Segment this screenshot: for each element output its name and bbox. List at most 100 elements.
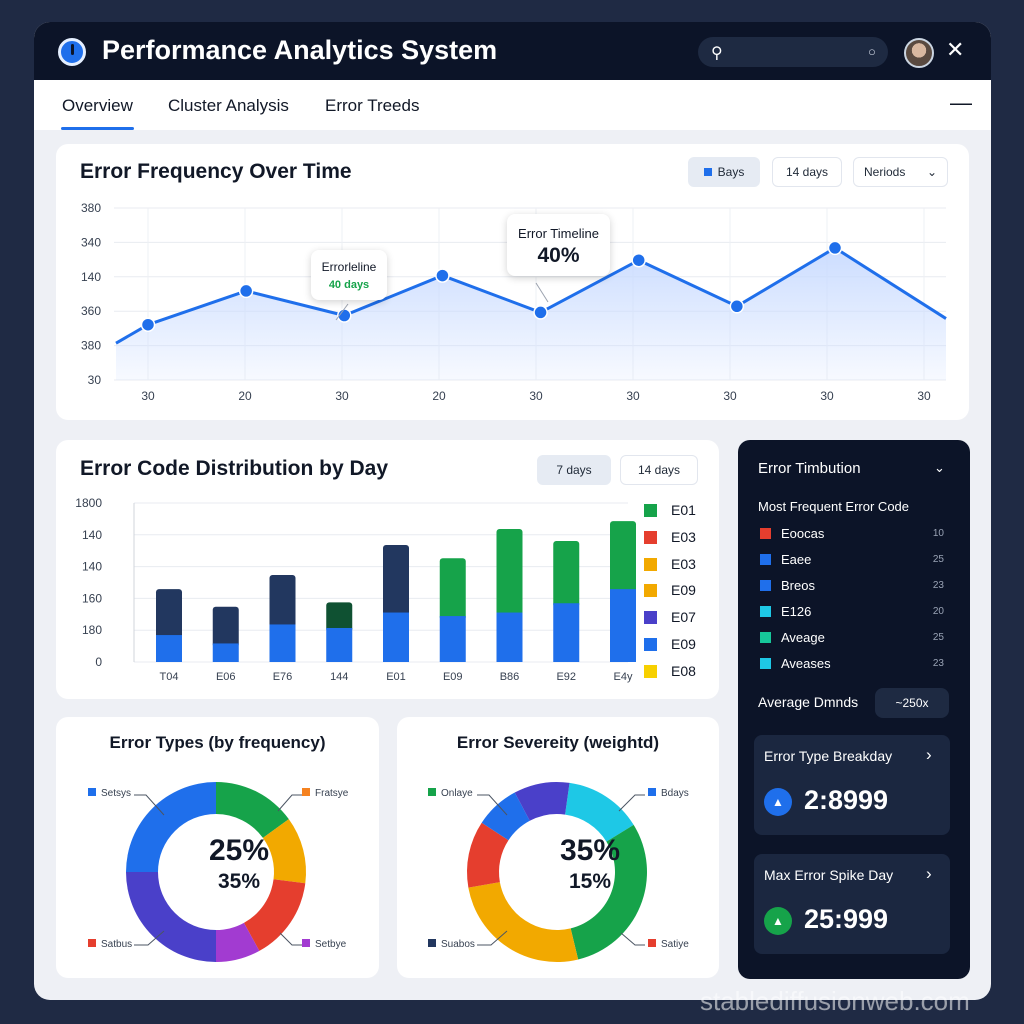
- avatar[interactable]: [904, 38, 934, 68]
- legend-swatch: [644, 504, 657, 517]
- error-code-count: 10: [932, 528, 944, 539]
- x-tick-label: 30: [820, 389, 834, 403]
- y-tick-label: 1800: [75, 496, 102, 510]
- legend-label: E09: [671, 582, 696, 599]
- error-distribution-panel: Error Timbution ⌄ Most Frequent Error Co…: [738, 440, 970, 979]
- x-tick-label: 30: [723, 389, 737, 403]
- donut-right-label-4: Satiye: [648, 939, 689, 950]
- donut-left-center-value: 25%: [208, 834, 270, 867]
- tooltip-small: Errorleline 40 days: [311, 250, 387, 300]
- title-bar: Performance Analytics System ⚲ ○ ✕: [34, 22, 991, 80]
- legend-swatch: [428, 788, 436, 796]
- error-code-count: 25: [932, 554, 944, 565]
- spike-value: 25:999: [804, 904, 889, 934]
- app-window: Performance Analytics System ⚲ ○ ✕ Overv…: [34, 22, 991, 1000]
- error-code-item[interactable]: E126 20: [760, 604, 944, 619]
- bar-segment-lower: [212, 643, 239, 662]
- dark-panel-subtitle: Most Frequent Error Code: [758, 499, 910, 514]
- donut-left-label-1: Setsys: [88, 788, 131, 799]
- error-type-breakdown-card[interactable]: Error Type Breakday › ▲ 2:8999: [754, 735, 950, 835]
- y-tick-label: 380: [81, 201, 101, 215]
- error-code-label: Aveases: [781, 656, 831, 671]
- close-icon[interactable]: ✕: [946, 37, 964, 63]
- error-code-swatch: [760, 554, 771, 565]
- legend-label: E01: [671, 502, 696, 518]
- data-point: [238, 283, 254, 299]
- x-tick-label: T04: [160, 671, 179, 683]
- error-code-item[interactable]: Aveases 23: [760, 656, 944, 671]
- x-tick-label: 20: [432, 389, 446, 403]
- chevron-down-icon[interactable]: ⌄: [934, 460, 945, 476]
- error-code-label: Aveage: [781, 630, 825, 645]
- tooltip-large: Error Timeline 40%: [507, 214, 610, 276]
- legend-swatch: [648, 788, 656, 796]
- donut-right-label-2-text: Bdays: [661, 788, 689, 799]
- tab-bar: Overview Cluster Analysis Error Treeds —: [34, 80, 991, 130]
- y-tick-label: 140: [82, 528, 102, 542]
- x-tick-label: E09: [443, 671, 463, 683]
- tooltip-pointer: [535, 282, 549, 303]
- donut-right-label-2: Bdays: [648, 788, 689, 799]
- tab-overview[interactable]: Overview: [61, 96, 134, 130]
- search-icon: ⚲: [711, 45, 723, 62]
- legend-item[interactable]: E01: [644, 502, 696, 518]
- average-value-pill[interactable]: ~250x: [875, 688, 949, 718]
- data-point: [729, 299, 745, 314]
- error-code-count: 23: [932, 658, 944, 669]
- x-tick-label: 30: [141, 389, 155, 403]
- y-tick-label: 340: [81, 235, 101, 249]
- leader-line: [618, 794, 645, 812]
- legend-item[interactable]: E08: [644, 663, 696, 679]
- donut-left-label-1-text: Setsys: [101, 788, 132, 799]
- legend-item[interactable]: E09: [644, 582, 696, 598]
- search-options-icon[interactable]: ○: [868, 44, 876, 59]
- error-code-item[interactable]: Breos 23: [760, 578, 944, 593]
- legend-label: E07: [671, 609, 696, 626]
- tab-error-trends[interactable]: Error Treeds: [325, 96, 419, 116]
- error-code-item[interactable]: Aveage 25: [760, 630, 944, 645]
- x-tick-label: E4y: [614, 671, 633, 683]
- error-code-label: E126: [781, 604, 812, 619]
- x-tick-label: E06: [216, 671, 236, 683]
- minimize-icon[interactable]: —: [950, 90, 972, 116]
- bar-chart: 18001401401601800T04 E06 E76 144 E01 E09 B86 E9…: [75, 496, 636, 683]
- y-tick-label: 30: [88, 373, 102, 387]
- donut-slice: [468, 882, 579, 962]
- legend-swatch: [302, 788, 310, 796]
- legend-item[interactable]: E09: [644, 636, 696, 652]
- max-error-spike-card[interactable]: Max Error Spike Day › ▲ 25:999: [754, 854, 950, 954]
- logo-icon: [58, 38, 86, 66]
- donut-right-label-3: Suabos: [428, 939, 475, 950]
- spike-title: Max Error Spike Day: [764, 867, 894, 883]
- legend-swatch: [644, 664, 657, 678]
- bar-segment-upper: [326, 602, 353, 632]
- legend-swatch: [644, 557, 657, 571]
- legend-swatch: [88, 939, 96, 947]
- legend-swatch: [88, 788, 96, 796]
- donut-right-label-3-text: Suabos: [441, 939, 475, 950]
- error-code-item[interactable]: Eaee 25: [760, 552, 944, 567]
- error-code-item[interactable]: Eoocas 10: [760, 526, 944, 541]
- search-input[interactable]: ⚲ ○: [698, 37, 888, 67]
- data-point: [827, 240, 843, 256]
- tab-cluster-analysis[interactable]: Cluster Analysis: [168, 96, 289, 116]
- bar-segment-upper: [553, 540, 580, 608]
- y-tick-label: 380: [81, 339, 101, 353]
- y-tick-label: 160: [82, 591, 102, 605]
- donut-left-label-3-text: Satbus: [101, 939, 133, 950]
- chevron-right-icon[interactable]: ›: [926, 745, 932, 765]
- y-tick-label: 140: [81, 270, 101, 284]
- legend-swatch: [302, 939, 310, 947]
- tooltip-large-value: 40%: [537, 244, 580, 267]
- legend-item[interactable]: E03: [644, 529, 696, 545]
- legend-swatch: [648, 939, 656, 947]
- donut-left-label-4-text: Setbye: [315, 939, 347, 950]
- legend-item[interactable]: E07: [644, 609, 696, 625]
- x-tick-label: 144: [330, 671, 348, 683]
- bar-segment-lower: [156, 635, 182, 662]
- legend-item[interactable]: E03: [644, 556, 696, 572]
- donut-right-label-1: Onlaye: [428, 788, 473, 799]
- chevron-right-icon[interactable]: ›: [926, 864, 932, 884]
- legend-swatch: [644, 584, 657, 598]
- y-tick-label: 0: [95, 655, 102, 669]
